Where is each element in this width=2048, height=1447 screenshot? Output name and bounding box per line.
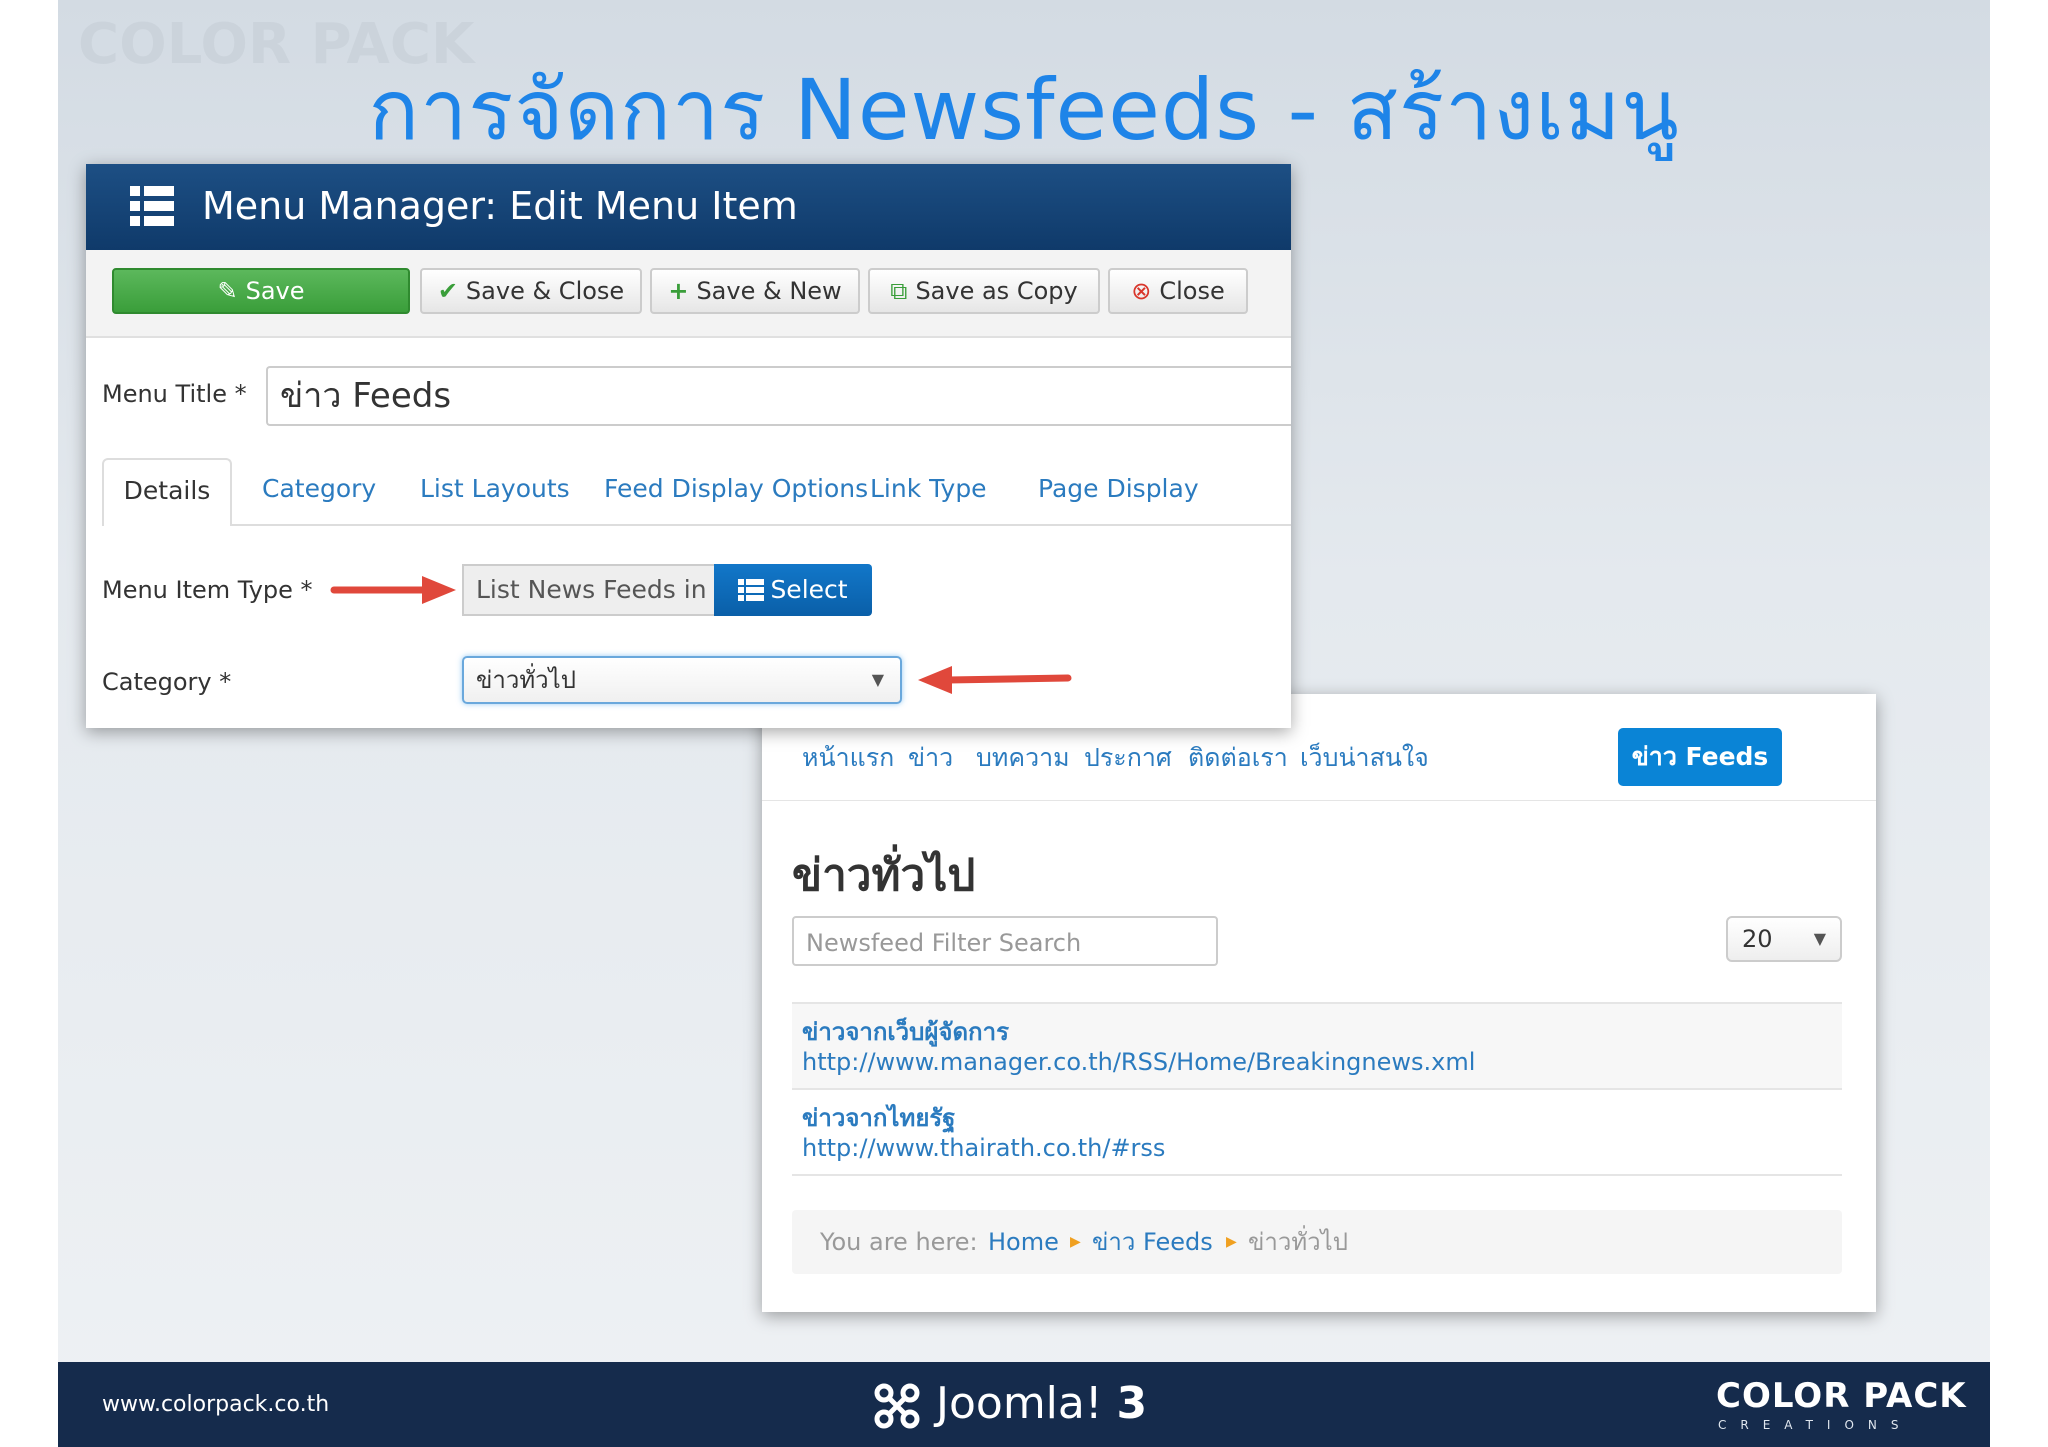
nav-item-articles[interactable]: บทความ [976, 738, 1070, 778]
footer: www.colorpack.co.th Joomla! 3 COLOR PACK… [58, 1362, 1990, 1447]
chevron-down-icon: ▼ [1813, 929, 1826, 948]
list-icon [738, 579, 765, 601]
save-new-label: Save & New [696, 277, 842, 305]
select-button-label: Select [770, 575, 848, 604]
edit-icon: ✎ [217, 277, 238, 305]
save-new-button[interactable]: + Save & New [650, 268, 860, 314]
close-circle-icon: ⊗ [1131, 277, 1152, 305]
joomla-label: Joomla! [936, 1378, 1103, 1429]
brand-name: COLOR PACK [1716, 1376, 1967, 1416]
joomla-version: 3 [1116, 1378, 1148, 1429]
pointer-arrow-icon [918, 666, 1072, 694]
breadcrumb-prefix: You are here: [820, 1228, 978, 1256]
save-as-copy-button[interactable]: ⧉ Save as Copy [868, 268, 1100, 314]
select-menu-item-type-button[interactable]: Select [714, 564, 872, 616]
nav-item-home[interactable]: หน้าแรก [802, 738, 894, 778]
save-button[interactable]: ✎ Save [112, 268, 410, 314]
feed-name-link[interactable]: ข่าวจากเว็บผู้จัดการ [802, 1012, 1009, 1051]
feed-row: ข่าวจากไทยรัฐ http://www.thairath.co.th/… [792, 1088, 1842, 1176]
editor-toolbar: ✎ Save ✔ Save & Close + Save & New ⧉ Save as… [86, 250, 1291, 338]
list-limit-value: 20 [1742, 925, 1773, 953]
category-heading: ข่าวทั่วไป [792, 850, 976, 901]
menu-title-label: Menu Title * [102, 380, 247, 408]
editor-header: Menu Manager: Edit Menu Item [86, 164, 1291, 250]
feed-row: ข่าวจากเว็บผู้จัดการ http://www.manager.… [792, 1002, 1842, 1088]
menu-editor-panel: Menu Manager: Edit Menu Item ✎ Save ✔ Save… [86, 164, 1291, 728]
breadcrumb-home-link[interactable]: Home [988, 1210, 1059, 1274]
feed-name-link[interactable]: ข่าวจากไทยรัฐ [802, 1098, 956, 1137]
tab-list-layouts[interactable]: List Layouts [420, 474, 570, 503]
pointer-arrow-icon [330, 576, 456, 604]
tab-page-display[interactable]: Page Display [1038, 474, 1199, 503]
copy-icon: ⧉ [890, 277, 908, 305]
menu-title-input[interactable]: ข่าว Feeds [266, 366, 1291, 426]
nav-item-news[interactable]: ข่าว [908, 738, 953, 778]
editor-tabs: Details Category List Layouts Feed Displ… [102, 458, 1291, 526]
nav-item-links[interactable]: เว็บน่าสนใจ [1300, 738, 1429, 778]
slide-title: การจัดการ Newsfeeds - สร้างเมนู [368, 61, 1680, 159]
tab-details[interactable]: Details [102, 458, 232, 526]
save-close-button[interactable]: ✔ Save & Close [420, 268, 642, 314]
list-menu-icon [130, 186, 174, 226]
feed-url-link[interactable]: http://www.manager.co.th/RSS/Home/Breaki… [802, 1048, 1475, 1076]
category-label: Category * [102, 668, 232, 696]
breadcrumb-separator-icon: ▶ [1070, 1234, 1081, 1250]
nav-item-contact[interactable]: ติดต่อเรา [1188, 738, 1288, 778]
save-close-label: Save & Close [465, 277, 625, 305]
close-label: Close [1159, 277, 1225, 305]
footer-url: www.colorpack.co.th [102, 1392, 330, 1417]
feed-url-link[interactable]: http://www.thairath.co.th/#rss [802, 1134, 1165, 1162]
save-button-label: Save [245, 277, 305, 305]
newsfeed-filter-search-input[interactable]: Newsfeed Filter Search [792, 916, 1218, 966]
nav-item-announcements[interactable]: ประกาศ [1084, 738, 1172, 778]
save-copy-label: Save as Copy [915, 277, 1078, 305]
list-limit-select[interactable]: 20 ▼ [1726, 916, 1842, 962]
close-button[interactable]: ⊗ Close [1108, 268, 1248, 314]
joomla-logo: Joomla! 3 [872, 1378, 1147, 1431]
plus-icon: + [668, 277, 689, 305]
brand-sub: CREATIONS [1718, 1418, 1913, 1432]
category-select[interactable]: ข่าวทั่วไป ▼ [462, 656, 902, 704]
slide: COLOR PACK การจัดการ Newsfeeds - สร้างเม… [58, 0, 1990, 1447]
check-icon: ✔ [437, 277, 458, 305]
chevron-down-icon: ▼ [871, 670, 884, 689]
breadcrumb-current: ข่าวทั่วไป [1248, 1228, 1348, 1256]
breadcrumb: You are here: Home ▶ ข่าว Feeds ▶ ข่าวทั… [792, 1210, 1842, 1274]
site-preview-panel: หน้าแรก ข่าว บทความ ประกาศ ติดต่อเรา เว็… [762, 694, 1876, 1312]
category-select-value: ข่าวทั่วไป [476, 666, 576, 694]
menu-item-type-label: Menu Item Type * [102, 576, 313, 604]
tab-category[interactable]: Category [262, 474, 376, 503]
editor-title: Menu Manager: Edit Menu Item [202, 184, 798, 228]
joomla-icon [874, 1383, 920, 1429]
breadcrumb-separator-icon: ▶ [1226, 1234, 1237, 1250]
menu-item-type-field: List News Feeds in a Cate [462, 564, 714, 616]
tab-link-type[interactable]: Link Type [870, 474, 987, 503]
tab-feed-display-options[interactable]: Feed Display Options [604, 474, 868, 503]
nav-item-newsfeeds-active[interactable]: ข่าว Feeds [1618, 728, 1782, 786]
breadcrumb-feeds-link[interactable]: ข่าว Feeds [1092, 1210, 1213, 1274]
